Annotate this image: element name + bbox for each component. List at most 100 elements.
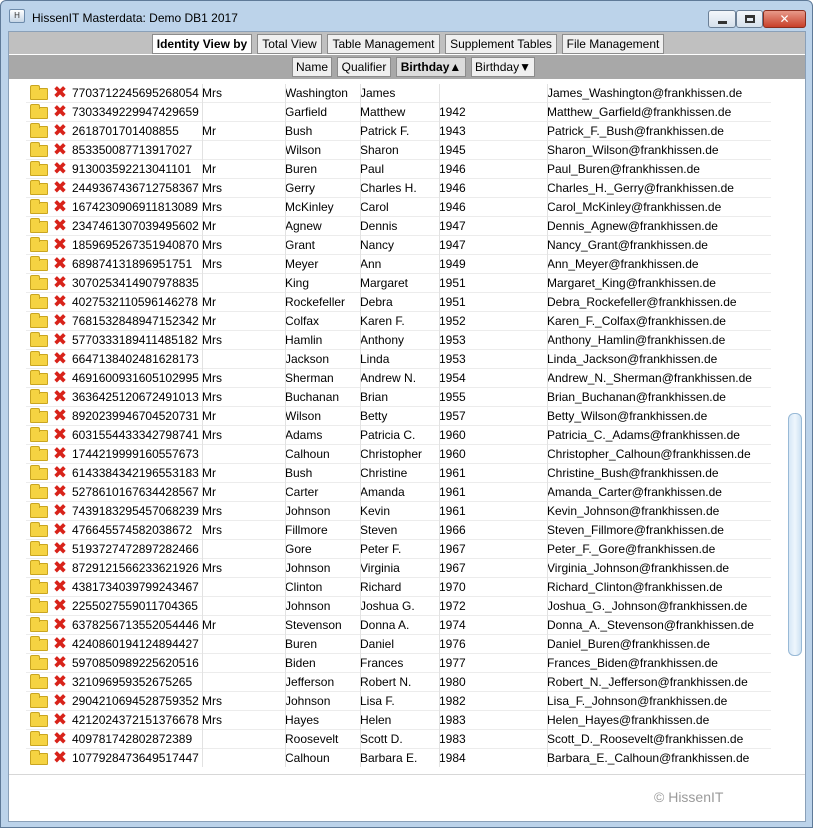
table-row[interactable]: ✖ 8729121566233621926 Mrs Johnson Virginia 19… bbox=[26, 559, 771, 578]
folder-icon[interactable] bbox=[30, 313, 48, 328]
file-management-button[interactable]: File Management bbox=[562, 34, 664, 54]
table-row[interactable]: ✖ 4691600931605102995 Mrs Sherman Andrew N. 1… bbox=[26, 369, 771, 388]
folder-icon[interactable] bbox=[30, 522, 48, 537]
folder-icon[interactable] bbox=[30, 332, 48, 347]
folder-icon[interactable] bbox=[30, 218, 48, 233]
table-management-button[interactable]: Table Management bbox=[327, 34, 440, 54]
delete-icon[interactable]: ✖ bbox=[52, 217, 68, 235]
delete-icon[interactable]: ✖ bbox=[52, 369, 68, 387]
delete-icon[interactable]: ✖ bbox=[52, 331, 68, 349]
vertical-scrollbar-thumb[interactable] bbox=[788, 413, 802, 656]
table-row[interactable]: ✖ 7703712245695268054 Mrs Washington James Ja… bbox=[26, 84, 771, 103]
delete-icon[interactable]: ✖ bbox=[52, 274, 68, 292]
folder-icon[interactable] bbox=[30, 541, 48, 556]
delete-icon[interactable]: ✖ bbox=[52, 84, 68, 102]
table-row[interactable]: ✖ 6031554433342798741 Mrs Adams Patricia C. 1… bbox=[26, 426, 771, 445]
table-row[interactable]: ✖ 6647138402481628173 Jackson Linda 1953 Lind… bbox=[26, 350, 771, 369]
delete-icon[interactable]: ✖ bbox=[52, 141, 68, 159]
delete-icon[interactable]: ✖ bbox=[52, 730, 68, 748]
table-row[interactable]: ✖ 5770333189411485182 Mrs Hamlin Anthony 1953… bbox=[26, 331, 771, 350]
delete-icon[interactable]: ✖ bbox=[52, 749, 68, 767]
table-row[interactable]: ✖ 1744219999160557673 Calhoun Christopher 19… bbox=[26, 445, 771, 464]
table-row[interactable]: ✖ 7439183295457068239 Mrs Johnson Kevin 1961 K… bbox=[26, 502, 771, 521]
folder-icon[interactable] bbox=[30, 142, 48, 157]
table-row[interactable]: ✖ 321096959352675265 Jefferson Robert N. 198… bbox=[26, 673, 771, 692]
delete-icon[interactable]: ✖ bbox=[52, 464, 68, 482]
close-button[interactable]: ✕ bbox=[763, 10, 806, 28]
folder-icon[interactable] bbox=[30, 370, 48, 385]
table-row[interactable]: ✖ 6378256713552054446 Mr Stevenson Donna A. 1… bbox=[26, 616, 771, 635]
delete-icon[interactable]: ✖ bbox=[52, 540, 68, 558]
folder-icon[interactable] bbox=[30, 256, 48, 271]
table-row[interactable]: ✖ 2618701701408855 Mr Bush Patrick F. 1943 Pat… bbox=[26, 122, 771, 141]
folder-icon[interactable] bbox=[30, 237, 48, 252]
folder-icon[interactable] bbox=[30, 104, 48, 119]
delete-icon[interactable]: ✖ bbox=[52, 426, 68, 444]
folder-icon[interactable] bbox=[30, 598, 48, 613]
folder-icon[interactable] bbox=[30, 712, 48, 727]
delete-icon[interactable]: ✖ bbox=[52, 616, 68, 634]
folder-icon[interactable] bbox=[30, 180, 48, 195]
delete-icon[interactable]: ✖ bbox=[52, 673, 68, 691]
folder-icon[interactable] bbox=[30, 731, 48, 746]
table-row[interactable]: ✖ 5970850989225620516 Biden Frances 1977 Fran… bbox=[26, 654, 771, 673]
delete-icon[interactable]: ✖ bbox=[52, 483, 68, 501]
table-row[interactable]: ✖ 2904210694528759352 Mrs Johnson Lisa F. 198… bbox=[26, 692, 771, 711]
folder-icon[interactable] bbox=[30, 560, 48, 575]
delete-icon[interactable]: ✖ bbox=[52, 597, 68, 615]
table-row[interactable]: ✖ 913003592213041101 Mr Buren Paul 1946 Paul_B… bbox=[26, 160, 771, 179]
delete-icon[interactable]: ✖ bbox=[52, 578, 68, 596]
delete-icon[interactable]: ✖ bbox=[52, 236, 68, 254]
minimize-button[interactable] bbox=[708, 10, 736, 28]
maximize-button[interactable] bbox=[736, 10, 763, 28]
folder-icon[interactable] bbox=[30, 351, 48, 366]
table-row[interactable]: ✖ 689874131896951751 Mrs Meyer Ann 1949 Ann_Me… bbox=[26, 255, 771, 274]
delete-icon[interactable]: ✖ bbox=[52, 502, 68, 520]
table-row[interactable]: ✖ 1077928473649517447 Calhoun Barbara E. 198… bbox=[26, 749, 771, 767]
folder-icon[interactable] bbox=[30, 275, 48, 290]
table-row[interactable]: ✖ 3636425120672491013 Mrs Buchanan Brian 1955… bbox=[26, 388, 771, 407]
delete-icon[interactable]: ✖ bbox=[52, 198, 68, 216]
table-row[interactable]: ✖ 7303349229947429659 Garfield Matthew 1942 M… bbox=[26, 103, 771, 122]
sort-birthday-asc-button[interactable]: Birthday▲ bbox=[396, 57, 466, 77]
folder-icon[interactable] bbox=[30, 85, 48, 100]
delete-icon[interactable]: ✖ bbox=[52, 350, 68, 368]
delete-icon[interactable]: ✖ bbox=[52, 692, 68, 710]
delete-icon[interactable]: ✖ bbox=[52, 122, 68, 140]
folder-icon[interactable] bbox=[30, 750, 48, 765]
table-row[interactable]: ✖ 1674230906911813089 Mrs McKinley Carol 1946… bbox=[26, 198, 771, 217]
delete-icon[interactable]: ✖ bbox=[52, 635, 68, 653]
table-row[interactable]: ✖ 2347461307039495602 Mr Agnew Dennis 1947 Den… bbox=[26, 217, 771, 236]
delete-icon[interactable]: ✖ bbox=[52, 654, 68, 672]
folder-icon[interactable] bbox=[30, 294, 48, 309]
folder-icon[interactable] bbox=[30, 389, 48, 404]
delete-icon[interactable]: ✖ bbox=[52, 521, 68, 539]
table-row[interactable]: ✖ 476645574582038672 Mrs Fillmore Steven 1966… bbox=[26, 521, 771, 540]
delete-icon[interactable]: ✖ bbox=[52, 160, 68, 178]
table-row[interactable]: ✖ 4027532110596146278 Mr Rockefeller Debra 19… bbox=[26, 293, 771, 312]
folder-icon[interactable] bbox=[30, 655, 48, 670]
table-row[interactable]: ✖ 8920239946704520731 Mr Wilson Betty 1957 Bet… bbox=[26, 407, 771, 426]
sort-birthday-desc-button[interactable]: Birthday▼ bbox=[471, 57, 535, 77]
sort-qualifier-button[interactable]: Qualifier bbox=[337, 57, 391, 77]
table-row[interactable]: ✖ 6143384342196553183 Mr Bush Christine 1961 C… bbox=[26, 464, 771, 483]
sort-name-button[interactable]: Name bbox=[292, 57, 332, 77]
table-row[interactable]: ✖ 2255027559011704365 Johnson Joshua G. 1972… bbox=[26, 597, 771, 616]
table-row[interactable]: ✖ 5278610167634428567 Mr Carter Amanda 1961 Am… bbox=[26, 483, 771, 502]
delete-icon[interactable]: ✖ bbox=[52, 407, 68, 425]
folder-icon[interactable] bbox=[30, 674, 48, 689]
folder-icon[interactable] bbox=[30, 161, 48, 176]
delete-icon[interactable]: ✖ bbox=[52, 711, 68, 729]
delete-icon[interactable]: ✖ bbox=[52, 388, 68, 406]
total-view-button[interactable]: Total View bbox=[257, 34, 322, 54]
folder-icon[interactable] bbox=[30, 123, 48, 138]
supplement-tables-button[interactable]: Supplement Tables bbox=[445, 34, 557, 54]
table-row[interactable]: ✖ 853350087713917027 Wilson Sharon 1945 Sharo… bbox=[26, 141, 771, 160]
delete-icon[interactable]: ✖ bbox=[52, 293, 68, 311]
table-row[interactable]: ✖ 1859695267351940870 Mrs Grant Nancy 1947 Nan… bbox=[26, 236, 771, 255]
table-row[interactable]: ✖ 2449367436712758367 Mrs Gerry Charles H. 19… bbox=[26, 179, 771, 198]
delete-icon[interactable]: ✖ bbox=[52, 255, 68, 273]
folder-icon[interactable] bbox=[30, 636, 48, 651]
delete-icon[interactable]: ✖ bbox=[52, 103, 68, 121]
folder-icon[interactable] bbox=[30, 579, 48, 594]
